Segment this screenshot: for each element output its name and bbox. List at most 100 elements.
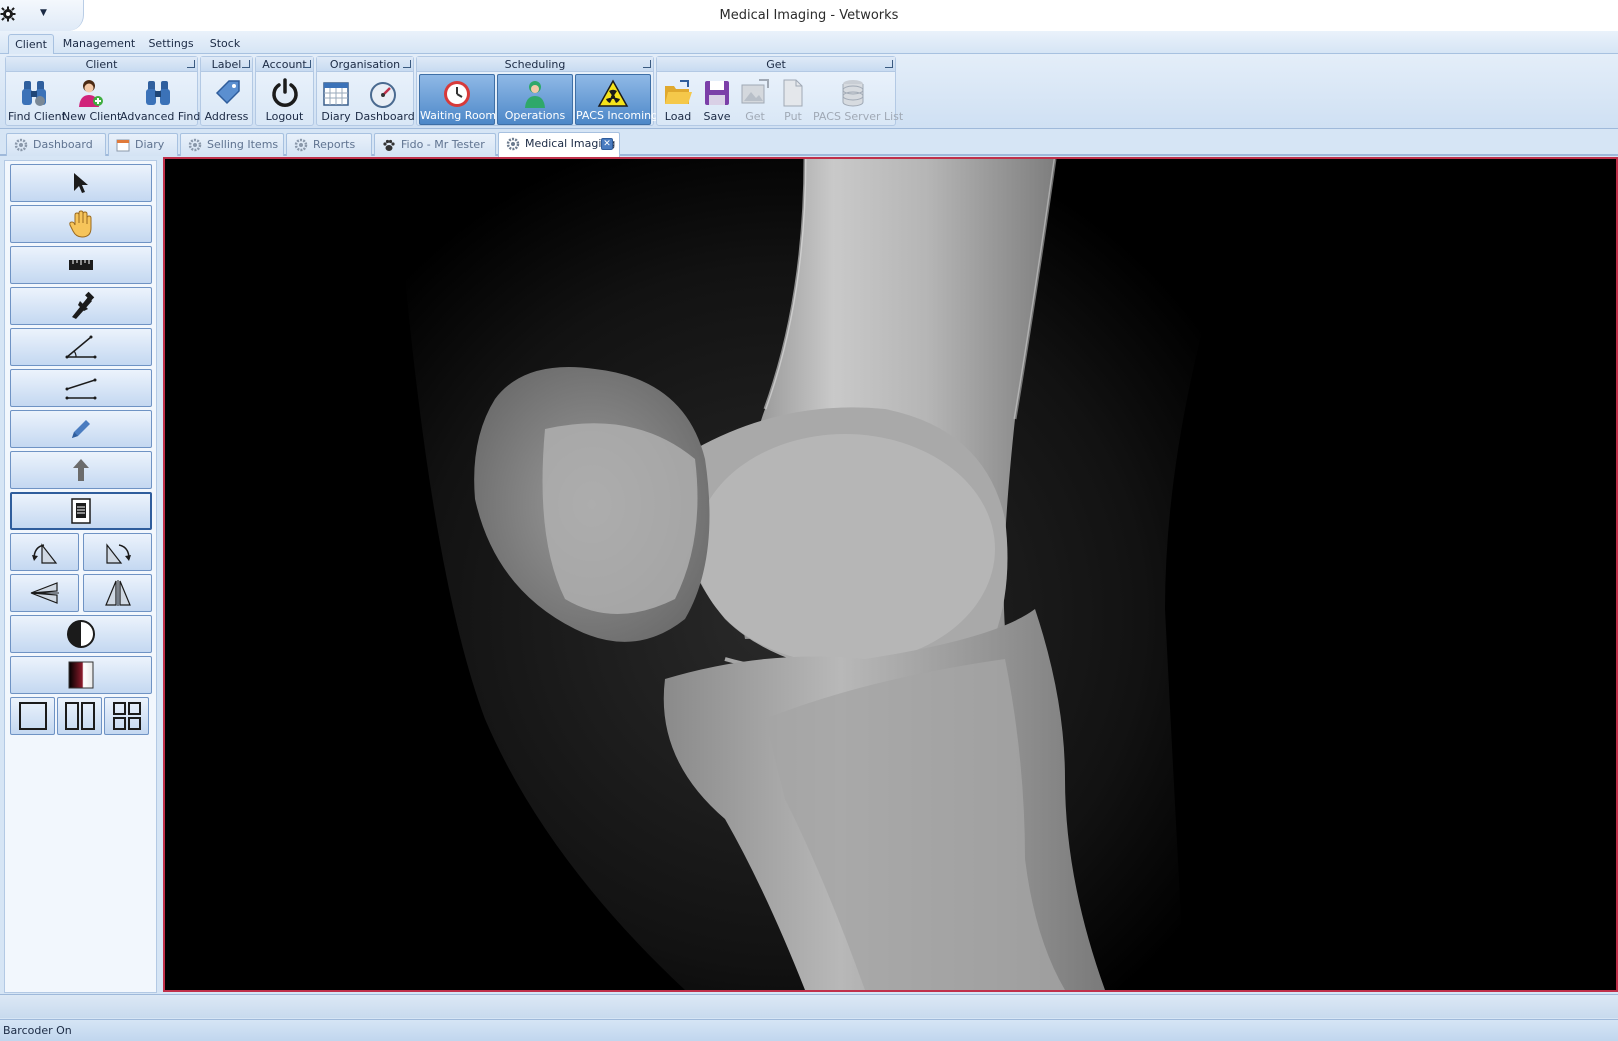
line-measure-icon [65,378,97,400]
four-pane-layout-button[interactable] [104,697,149,735]
flip-horizontal-icon [30,582,59,604]
rotate-right-tool-button[interactable] [83,533,152,571]
title-bar: ▼ Medical Imaging - Vetworks [0,0,1618,31]
ribbon-group-client: Client Find Client New Client Advanced F… [5,56,200,126]
close-tab-icon[interactable]: ✕ [601,138,613,150]
pan-tool-button[interactable] [10,205,152,243]
caliper-icon [72,291,95,319]
single-layout-icon [18,702,47,730]
group-title-client: Client [6,57,197,72]
pan-hand-icon [69,210,92,238]
ribbon-tab-client[interactable]: Client [8,34,54,55]
flip-vertical-icon [104,580,131,606]
group-launcher-icon[interactable] [643,60,651,68]
group-launcher-icon[interactable] [303,60,311,68]
find-client-button[interactable]: Find Client [8,74,66,125]
arrow-up-icon [73,459,89,481]
surgeon-icon [525,81,545,108]
gear-icon [14,138,28,152]
get-button[interactable]: Get [737,74,773,125]
fit-to-page-tool-button[interactable] [10,492,152,530]
draw-tool-button[interactable] [10,410,152,448]
ribbon-group-scheduling: Scheduling Waiting Room Operations PACS … [416,56,658,126]
group-launcher-icon[interactable] [885,60,893,68]
group-launcher-icon[interactable] [242,60,250,68]
new-client-button[interactable]: New Client [62,74,121,125]
angle-icon [65,335,97,359]
pencil-icon [72,420,90,438]
fit-page-icon [71,498,91,524]
doc-tab-selling-items[interactable]: Selling Items [180,133,284,156]
save-button[interactable]: Save [699,74,735,125]
pacs-server-list-button[interactable]: PACS Server List [813,74,903,125]
gradient-icon [68,661,94,689]
two-pane-layout-button[interactable] [57,697,102,735]
select-pointer-icon [74,173,88,193]
floppy-disk-icon [705,81,729,105]
four-pane-layout-icon [112,702,141,730]
address-button[interactable]: Address [203,74,250,125]
group-title-scheduling: Scheduling [417,57,653,72]
ribbon-group-label: Label Address [200,56,253,126]
doc-tab-diary[interactable]: Diary [108,133,178,156]
folder-open-icon [665,80,692,104]
ribbon-group-account: Account Logout [255,56,314,126]
rotate-left-tool-button[interactable] [10,533,79,571]
xray-image-viewer[interactable] [163,157,1618,992]
doc-tab-dashboard[interactable]: Dashboard [6,133,106,156]
two-pane-layout-icon [64,702,95,730]
binoculars-icon [22,81,46,106]
clock-icon [444,81,470,107]
group-launcher-icon[interactable] [403,60,411,68]
doc-tab-medical-imaging[interactable]: Medical Imaging ✕ [498,132,620,157]
select-tool-button[interactable] [10,164,152,202]
ruler-icon [69,260,93,270]
document-upload-icon [783,79,803,107]
caliper-tool-button[interactable] [10,287,152,325]
group-title-organisation: Organisation [317,57,413,72]
doc-tab-patient[interactable]: Fido - Mr Tester [374,133,496,156]
rotate-right-icon [105,543,131,564]
paw-print-icon [383,139,395,151]
single-layout-button[interactable] [10,697,55,735]
angle-tool-button[interactable] [10,328,152,366]
ruler-tool-button[interactable] [10,246,152,284]
horizontal-scroll-area[interactable] [0,994,1618,1018]
ribbon-tab-strip: Client Management Settings Stock [0,31,1618,55]
tag-label-icon [215,80,240,105]
speedometer-icon [370,82,396,108]
gear-icon [506,137,520,151]
put-button[interactable]: Put [775,74,811,125]
document-tab-strip: Dashboard Diary Selling Items Reports Fi… [0,129,1618,157]
waiting-room-button[interactable]: Waiting Room [419,74,496,125]
group-title-get: Get [657,57,895,72]
diary-button[interactable]: Diary [319,74,353,125]
knee-xray-image [165,159,1616,990]
window-level-tool-button[interactable] [10,656,152,694]
ribbon-tab-stock[interactable]: Stock [204,34,246,55]
pacs-incoming-button[interactable]: PACS Incoming [575,74,658,125]
flip-horizontal-tool-button[interactable] [10,574,79,612]
calendar-icon [323,82,349,106]
logout-button[interactable]: Logout [258,74,311,125]
image-download-icon [741,79,769,104]
power-icon [271,78,298,107]
gear-icon [188,138,202,152]
arrow-annotation-tool-button[interactable] [10,451,152,489]
group-launcher-icon[interactable] [187,60,195,68]
contrast-tool-button[interactable] [10,615,152,653]
doc-tab-reports[interactable]: Reports [286,133,372,156]
dashboard-button[interactable]: Dashboard [355,74,415,125]
ribbon-tab-settings[interactable]: Settings [144,34,198,55]
ribbon-tab-management[interactable]: Management [60,34,138,55]
gear-icon [294,138,308,152]
load-button[interactable]: Load [659,74,697,125]
ribbon-group-organisation: Organisation Diary Dashboard [316,56,415,126]
barcoder-status: Barcoder On [3,1024,72,1037]
advanced-find-button[interactable]: Advanced Find [120,74,200,125]
contrast-icon [67,620,95,648]
flip-vertical-tool-button[interactable] [83,574,152,612]
line-measure-tool-button[interactable] [10,369,152,407]
operations-button[interactable]: Operations [497,74,573,125]
ribbon: Client Find Client New Client Advanced F… [0,54,1618,129]
